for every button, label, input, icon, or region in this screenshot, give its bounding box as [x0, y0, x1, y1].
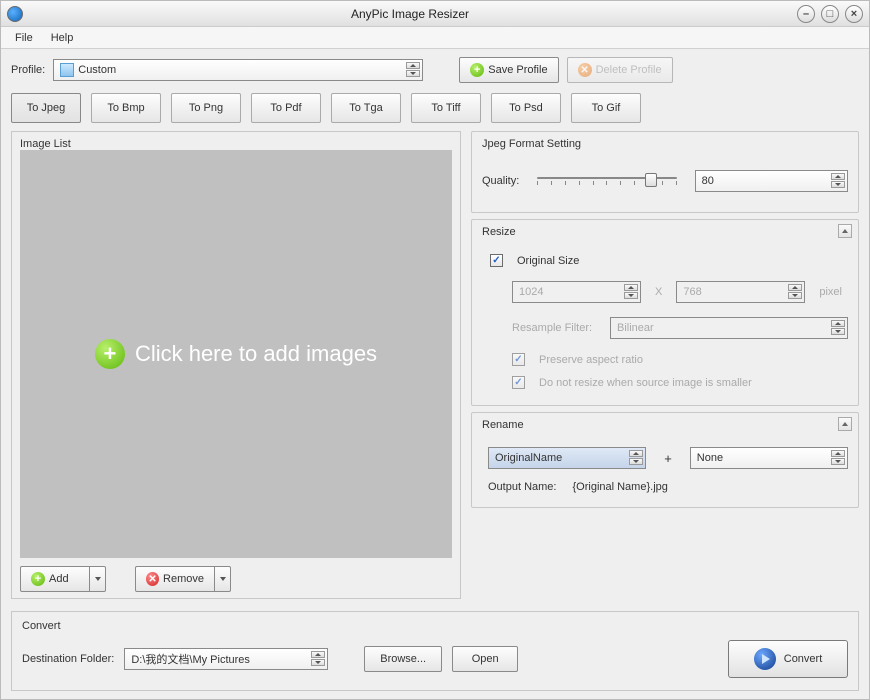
aspect-checkbox — [512, 353, 525, 366]
rename-collapse-icon[interactable] — [838, 417, 852, 431]
tab-gif[interactable]: To Gif — [571, 93, 641, 123]
tab-png[interactable]: To Png — [171, 93, 241, 123]
tab-pdf[interactable]: To Pdf — [251, 93, 321, 123]
resize-panel: Resize Original Size 1024 X 768 — [471, 219, 859, 406]
dest-select[interactable]: D:\我的文档\My Pictures — [124, 648, 328, 670]
quality-label: Quality: — [482, 175, 519, 187]
convert-panel: Convert Destination Folder: D:\我的文档\My P… — [11, 611, 859, 691]
rename-left-select[interactable]: OriginalName — [488, 447, 646, 469]
rename-plus: + — [664, 451, 672, 466]
close-button[interactable]: × — [845, 5, 863, 23]
remove-button-group: ✕ Remove — [135, 566, 231, 592]
delete-profile-button: ✕ Delete Profile — [567, 57, 673, 83]
add-plus-icon: + — [95, 339, 125, 369]
resize-title: Resize — [482, 226, 848, 238]
profile-select[interactable]: Custom — [53, 59, 423, 81]
document-icon — [60, 63, 74, 77]
app-window: AnyPic Image Resizer – □ × File Help Pro… — [0, 0, 870, 700]
add-button[interactable]: + Add — [20, 566, 90, 592]
plus-icon: + — [31, 572, 45, 586]
convert-title: Convert — [22, 620, 848, 632]
menu-help[interactable]: Help — [43, 30, 82, 46]
tab-tiff[interactable]: To Tiff — [411, 93, 481, 123]
open-button[interactable]: Open — [452, 646, 518, 672]
image-list-panel: Image List + Click here to add images + … — [11, 131, 461, 599]
dest-label: Destination Folder: — [22, 653, 114, 665]
output-name-label: Output Name: — [488, 481, 556, 493]
rename-panel: Rename OriginalName + None — [471, 412, 859, 508]
width-input: 1024 — [512, 281, 641, 303]
output-name-value: {Original Name}.jpg — [572, 481, 667, 493]
jpeg-panel: Jpeg Format Setting Quality: 80 — [471, 131, 859, 213]
menu-file[interactable]: File — [7, 30, 41, 46]
quality-input[interactable]: 80 — [695, 170, 848, 192]
filter-label: Resample Filter: — [512, 322, 602, 334]
tab-bmp[interactable]: To Bmp — [91, 93, 161, 123]
titlebar: AnyPic Image Resizer – □ × — [1, 1, 869, 27]
nosmaller-label: Do not resize when source image is small… — [539, 377, 752, 389]
original-size-checkbox[interactable] — [490, 254, 503, 267]
resize-collapse-icon[interactable] — [838, 224, 852, 238]
maximize-button[interactable]: □ — [821, 5, 839, 23]
image-drop-area[interactable]: + Click here to add images — [20, 150, 452, 558]
rename-title: Rename — [482, 419, 848, 431]
profile-row: Profile: Custom + Save Profile ✕ Delete … — [11, 57, 859, 83]
quality-slider[interactable] — [537, 177, 676, 179]
add-button-group: + Add — [20, 566, 106, 592]
convert-button[interactable]: Convert — [728, 640, 848, 678]
browse-button[interactable]: Browse... — [364, 646, 442, 672]
aspect-label: Preserve aspect ratio — [539, 354, 643, 366]
menubar: File Help — [1, 27, 869, 49]
pixel-label: pixel — [819, 286, 842, 298]
nosmaller-checkbox — [512, 376, 525, 389]
drop-text: Click here to add images — [135, 341, 377, 367]
plus-icon: + — [470, 63, 484, 77]
height-input: 768 — [676, 281, 805, 303]
filter-select: Bilinear — [610, 317, 848, 339]
remove-button[interactable]: ✕ Remove — [135, 566, 215, 592]
window-title: AnyPic Image Resizer — [29, 7, 791, 21]
remove-dropdown-arrow[interactable] — [215, 566, 231, 592]
app-icon — [7, 6, 23, 22]
delete-icon: ✕ — [578, 63, 592, 77]
jpeg-title: Jpeg Format Setting — [482, 138, 848, 150]
profile-label: Profile: — [11, 64, 45, 76]
tab-tga[interactable]: To Tga — [331, 93, 401, 123]
rename-right-select[interactable]: None — [690, 447, 848, 469]
play-icon — [754, 648, 776, 670]
format-tabs: To Jpeg To Bmp To Png To Pdf To Tga To T… — [11, 93, 859, 123]
add-dropdown-arrow[interactable] — [90, 566, 106, 592]
x-label: X — [655, 286, 662, 298]
image-list-title: Image List — [20, 138, 452, 150]
save-profile-button[interactable]: + Save Profile — [459, 57, 558, 83]
tab-psd[interactable]: To Psd — [491, 93, 561, 123]
tab-jpeg[interactable]: To Jpeg — [11, 93, 81, 123]
original-size-label: Original Size — [517, 255, 579, 267]
minimize-button[interactable]: – — [797, 5, 815, 23]
profile-value: Custom — [78, 64, 116, 76]
remove-icon: ✕ — [146, 572, 159, 586]
